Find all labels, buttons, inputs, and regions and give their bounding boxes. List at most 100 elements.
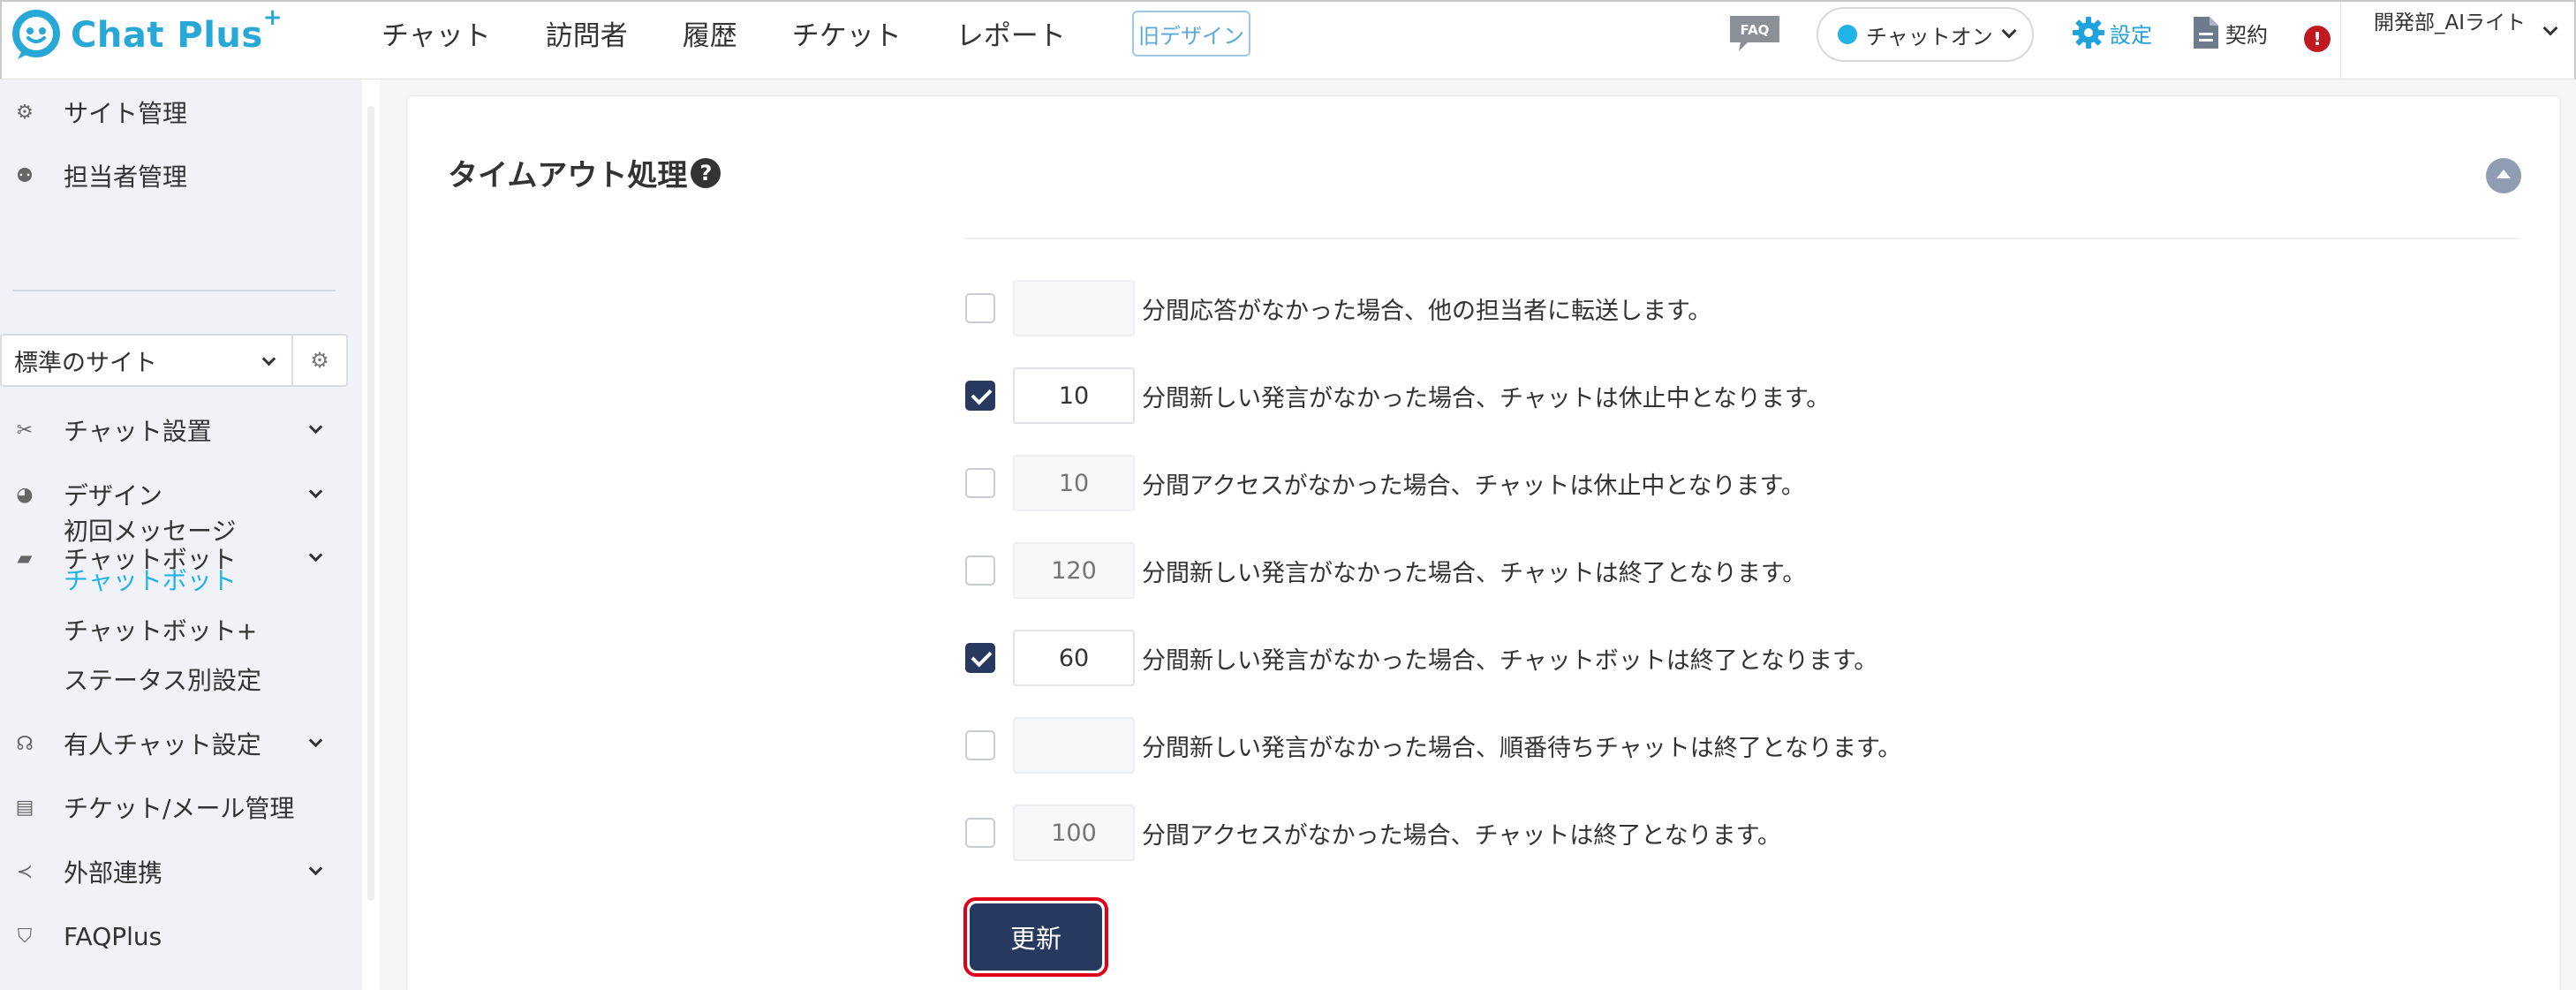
chevron-down-icon [308, 419, 323, 435]
top-bar: Chat Plus+ チャット 訪問者 履歴 チケット レポート 旧デザイン F… [0, 0, 2576, 79]
nav-reports[interactable]: レポート [956, 13, 1066, 53]
share-icon: ≺ [16, 861, 34, 883]
timeout-row-end-no-access: 分間アクセスがなかった場合、チャットは終了となります。 [965, 805, 1781, 861]
timeout-row-end-no-message: 分間新しい発言がなかった場合、チャットは終了となります。 [965, 542, 1806, 599]
chat-status-label: チャットオン [1866, 24, 1993, 49]
logo[interactable]: Chat Plus+ [12, 4, 283, 62]
status-online-dot [1838, 25, 1857, 44]
timeout-minutes-input[interactable] [1013, 542, 1135, 599]
contract-link[interactable]: 契約 [2192, 12, 2268, 53]
sidebar-sub-first-message[interactable]: 初回メッセージ [64, 512, 236, 548]
site-settings-gear-icon[interactable]: ⚙ [293, 334, 348, 387]
timeout-checkbox[interactable] [965, 468, 995, 498]
settings-label: 設定 [2110, 22, 2152, 48]
tools-icon: ✂ [16, 419, 34, 442]
timeout-checkbox[interactable] [965, 643, 995, 673]
chevron-down-icon [308, 861, 323, 876]
sidebar-item-label: 有人チャット設定 [64, 730, 261, 760]
nav-visitors[interactable]: 訪問者 [546, 13, 628, 53]
update-button-highlight: 更新 [963, 897, 1108, 977]
timeout-row-label: 分間アクセスがなかった場合、チャットは休止中となります。 [1142, 472, 1805, 500]
timeout-row-label: 分間新しい発言がなかった場合、チャットボットは終了となります。 [1142, 646, 1878, 675]
timeout-row-label: 分間応答がなかった場合、他の担当者に転送します。 [1142, 297, 1712, 325]
sidebar-item-label: チャット設置 [64, 417, 212, 446]
timeout-checkbox[interactable] [965, 555, 995, 586]
timeout-minutes-input[interactable] [1013, 367, 1135, 424]
user-chevron-down-icon[interactable] [2542, 20, 2558, 36]
user-gear-icon: ⚉ [16, 165, 34, 187]
chevron-down-icon [261, 351, 276, 367]
sidebar-item-ticket-mail[interactable]: ▤ チケット/メール管理 [0, 785, 362, 829]
sidebar-item-faqplus[interactable]: ⛉ FAQPlus [0, 914, 362, 958]
panel-divider [964, 238, 2520, 239]
nav-history[interactable]: 履歴 [683, 13, 737, 53]
sidebar-sub-chatbot-plus[interactable]: チャットボット+ [64, 612, 257, 647]
timeout-minutes-input[interactable] [1013, 805, 1135, 861]
nav-chat[interactable]: チャット [381, 13, 491, 53]
timeout-row-pause-no-message: 分間新しい発言がなかった場合、チャットは休止中となります。 [965, 367, 1830, 424]
shield-icon: ⛉ [17, 926, 33, 948]
help-icon[interactable]: ? [691, 157, 721, 188]
user-menu[interactable]: 開発部_AIライト [2374, 7, 2542, 39]
sidebar-item-label: デザイン [64, 481, 163, 510]
old-design-button[interactable]: 旧デザイン [1132, 11, 1250, 57]
headset-icon: ☊ [16, 733, 34, 755]
sidebar-item-label: サイト管理 [64, 99, 188, 128]
timeout-row-chatbot-end: 分間新しい発言がなかった場合、チャットボットは終了となります。 [965, 630, 1877, 686]
scrollbar-thumb[interactable] [367, 106, 374, 901]
document-icon [2194, 17, 2218, 49]
chevron-down-icon [2001, 23, 2017, 39]
sidebar-item-design[interactable]: ◕ デザイン [0, 472, 362, 517]
sidebar-scrollbar[interactable] [362, 79, 380, 990]
sidebar-item-label: 外部連携 [64, 858, 163, 888]
collapse-button[interactable] [2486, 158, 2521, 193]
timeout-checkbox[interactable] [965, 293, 995, 323]
user-divider [2340, 2, 2341, 79]
timeout-checkbox[interactable] [965, 818, 995, 848]
panel-title: タイムアウト処理 ? [448, 151, 721, 194]
main-nav: チャット 訪問者 履歴 チケット レポート [381, 2, 1121, 64]
sidebar-divider [12, 290, 336, 291]
sidebar-item-manned-chat[interactable]: ☊ 有人チャット設定 [0, 722, 362, 766]
sidebar-item-chat-setup[interactable]: ✂ チャット設置 [0, 408, 362, 452]
site-select[interactable]: 標準のサイト [0, 334, 293, 387]
gears-icon: ⚙ [16, 102, 34, 124]
sidebar-item-external[interactable]: ≺ 外部連携 [0, 850, 362, 894]
timeout-checkbox[interactable] [965, 730, 995, 760]
gear-icon [2073, 17, 2104, 49]
settings-link[interactable]: 設定 [2071, 12, 2152, 53]
timeout-row-label: 分間新しい発言がなかった場合、チャットは終了となります。 [1142, 559, 1807, 587]
chevron-down-icon [308, 733, 323, 748]
sidebar-item-label: 担当者管理 [64, 162, 188, 192]
timeout-minutes-input[interactable] [1013, 455, 1135, 511]
sidebar-sub-status-settings[interactable]: ステータス別設定 [64, 661, 261, 697]
timeout-row-label: 分間新しい発言がなかった場合、チャットは休止中となります。 [1142, 384, 1831, 412]
alert-icon[interactable]: ! [2304, 26, 2330, 52]
faq-badge-text: FAQ [1741, 22, 1770, 38]
timeout-row-transfer: 分間応答がなかった場合、他の担当者に転送します。 [965, 280, 1711, 336]
sidebar-item-label: チケット/メール管理 [64, 794, 295, 823]
timeout-minutes-input[interactable] [1013, 280, 1135, 336]
timeout-row-queue-end: 分間新しい発言がなかった場合、順番待ちチャットは終了となります。 [965, 717, 1901, 774]
faq-icon[interactable]: FAQ [1728, 14, 1781, 53]
timeout-minutes-input[interactable] [1013, 630, 1135, 686]
palette-icon: ◕ [16, 484, 34, 506]
nav-tickets[interactable]: チケット [792, 13, 902, 53]
update-button[interactable]: 更新 [970, 903, 1102, 971]
timeout-panel: タイムアウト処理 ? 分間応答がなかった場合、他の担当者に転送します。 分間新し… [406, 95, 2561, 990]
sidebar-item-site-manage[interactable]: ⚙ サイト管理 [0, 90, 362, 134]
chat-plus-logo-icon [12, 10, 60, 59]
list-icon: ▤ [15, 797, 34, 819]
sidebar-item-staff-manage[interactable]: ⚉ 担当者管理 [0, 154, 362, 198]
chevron-down-icon [308, 548, 323, 563]
sidebar: ⚙ サイト管理 ⚉ 担当者管理 標準のサイト ⚙ ✂ チャット設置 ◕ デザイン… [0, 79, 362, 990]
sidebar-item-label: FAQPlus [64, 921, 162, 951]
timeout-row-label: 分間アクセスがなかった場合、チャットは終了となります。 [1142, 821, 1781, 850]
timeout-minutes-input[interactable] [1013, 717, 1135, 774]
timeout-checkbox[interactable] [965, 381, 995, 411]
sidebar-sub-chatbot[interactable]: チャットボット [64, 562, 237, 597]
chat-status-dropdown[interactable]: チャットオン [1817, 7, 2034, 62]
timeout-row-label: 分間新しい発言がなかった場合、順番待ちチャットは終了となります。 [1142, 734, 1902, 762]
site-select-value: 標準のサイト [14, 349, 157, 377]
contract-label: 契約 [2225, 22, 2268, 48]
